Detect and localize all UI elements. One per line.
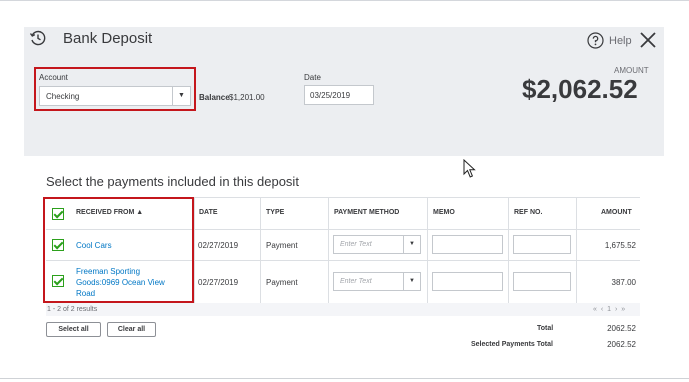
column-divider [328,197,329,303]
section-title: Select the payments included in this dep… [46,174,299,189]
ref-no-input[interactable] [513,272,571,291]
total-label: Total [537,325,554,332]
row-type: Payment [266,278,298,287]
column-header-memo[interactable]: MEMO [433,209,455,216]
results-count: 1 - 2 of 2 results [47,306,98,313]
column-header-amount[interactable]: AMOUNT [601,209,632,216]
account-highlight-box [34,67,196,111]
total-value: 2062.52 [607,324,636,333]
balance-value: $1,201.00 [229,93,265,102]
balance-label: Balance [199,93,230,102]
results-bar [46,303,640,316]
memo-input[interactable] [432,235,503,254]
payment-method-placeholder: Enter Text [340,241,372,248]
pagination[interactable]: « ‹ 1 › » [593,306,626,313]
row-amount: 1,675.52 [604,241,636,250]
dialog-title: Bank Deposit [63,30,153,47]
column-header-payment-method[interactable]: PAYMENT METHOD [334,209,399,216]
selected-payments-total-label: Selected Payments Total [471,341,553,348]
row-date: 02/27/2019 [198,241,239,250]
select-all-button[interactable]: Select all [46,322,101,337]
chevron-down-icon[interactable]: ▼ [403,273,420,290]
payment-method-placeholder: Enter Text [340,278,372,285]
clear-all-button[interactable]: Clear all [107,322,156,337]
memo-input[interactable] [432,272,503,291]
selected-payments-total-value: 2062.52 [607,340,636,349]
help-link[interactable]: Help [609,35,632,47]
recent-history-icon[interactable] [29,29,47,47]
column-header-date[interactable]: DATE [199,209,218,216]
mouse-pointer-icon [463,159,476,178]
row-date: 02/27/2019 [198,278,239,287]
row-type: Payment [266,241,298,250]
chevron-down-icon[interactable]: ▼ [403,236,420,253]
bottom-border [0,378,689,379]
column-divider [194,197,195,303]
date-label: Date [304,73,321,82]
payment-method-select[interactable]: Enter Text ▼ [333,235,421,254]
amount-total: $2,062.52 [522,74,638,104]
ref-no-input[interactable] [513,235,571,254]
column-header-type[interactable]: TYPE [266,209,284,216]
help-icon[interactable] [587,32,604,49]
date-input[interactable]: 03/25/2019 [304,85,374,105]
column-divider [427,197,428,303]
column-header-ref-no[interactable]: REF NO. [514,209,542,216]
top-border [0,0,689,1]
close-icon[interactable] [640,32,656,48]
column-divider [260,197,261,303]
payment-method-select[interactable]: Enter Text ▼ [333,272,421,291]
column-divider [508,197,509,303]
row-amount: 387.00 [611,278,636,287]
column-divider [576,197,577,303]
received-from-highlight-box [43,197,194,303]
